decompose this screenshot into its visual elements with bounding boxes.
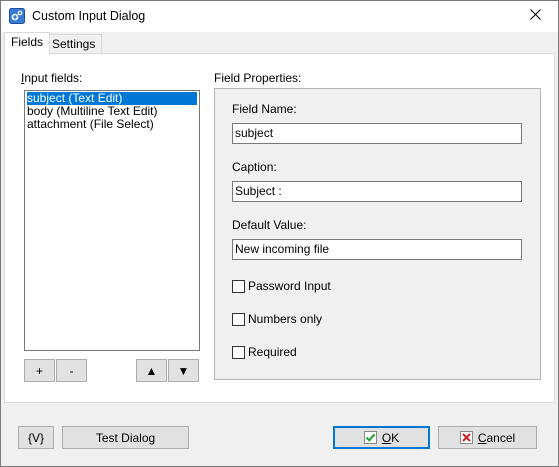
- add-field-button[interactable]: +: [24, 359, 55, 382]
- window-title: Custom Input Dialog: [32, 9, 146, 23]
- numbers-only-label: Numbers only: [248, 312, 323, 326]
- dialog-window: Custom Input Dialog Fields Settings Inpu…: [0, 0, 559, 467]
- field-properties-label: Field Properties:: [214, 71, 302, 85]
- tab-fields[interactable]: Fields: [4, 32, 51, 55]
- check-icon: [363, 431, 377, 444]
- field-properties-group: Field Name: subject Caption: Subject : D…: [214, 88, 541, 380]
- test-dialog-button[interactable]: Test Dialog: [62, 426, 189, 449]
- arrow-up-icon: ▲: [145, 363, 158, 378]
- cancel-x-icon: [459, 431, 473, 444]
- input-fields-label-text: nput fields:: [24, 71, 83, 85]
- input-fields-list[interactable]: subject (Text Edit) body (Multiline Text…: [24, 90, 200, 351]
- caption-input[interactable]: Subject :: [232, 181, 522, 202]
- password-input-checkbox[interactable]: Password Input: [232, 279, 331, 293]
- cancel-label: Cancel: [477, 430, 516, 445]
- close-icon: [529, 9, 541, 23]
- input-fields-label: Input fields:: [21, 71, 83, 85]
- move-down-button[interactable]: ▼: [168, 359, 199, 382]
- cancel-button[interactable]: Cancel: [438, 426, 537, 449]
- ok-label: OK: [381, 430, 400, 445]
- password-input-label: Password Input: [248, 279, 331, 293]
- checkbox-box[interactable]: [232, 345, 245, 359]
- title-bar[interactable]: Custom Input Dialog: [1, 1, 558, 32]
- list-item[interactable]: attachment (File Select): [25, 118, 199, 131]
- field-name-label: Field Name:: [232, 102, 297, 116]
- remove-field-button[interactable]: -: [56, 359, 87, 382]
- required-checkbox[interactable]: Required: [232, 345, 297, 359]
- caption-label: Caption:: [232, 160, 277, 174]
- fields-tab-panel: Input fields: subject (Text Edit) body (…: [4, 53, 555, 403]
- required-label: Required: [248, 345, 297, 359]
- checkbox-box[interactable]: [232, 279, 245, 293]
- numbers-only-checkbox[interactable]: Numbers only: [232, 312, 322, 326]
- field-name-input[interactable]: subject: [232, 123, 522, 144]
- variables-button[interactable]: {V}: [18, 426, 54, 449]
- tab-settings[interactable]: Settings: [45, 34, 103, 54]
- default-value-input[interactable]: New incoming file: [232, 239, 522, 260]
- tab-strip: Fields Settings: [2, 32, 558, 55]
- move-up-button[interactable]: ▲: [136, 359, 167, 382]
- ok-button[interactable]: OK: [333, 426, 430, 449]
- close-button[interactable]: [512, 1, 558, 31]
- checkbox-box[interactable]: [232, 312, 245, 326]
- arrow-down-icon: ▼: [177, 363, 190, 378]
- default-value-label: Default Value:: [232, 218, 307, 232]
- app-icon: [9, 8, 25, 24]
